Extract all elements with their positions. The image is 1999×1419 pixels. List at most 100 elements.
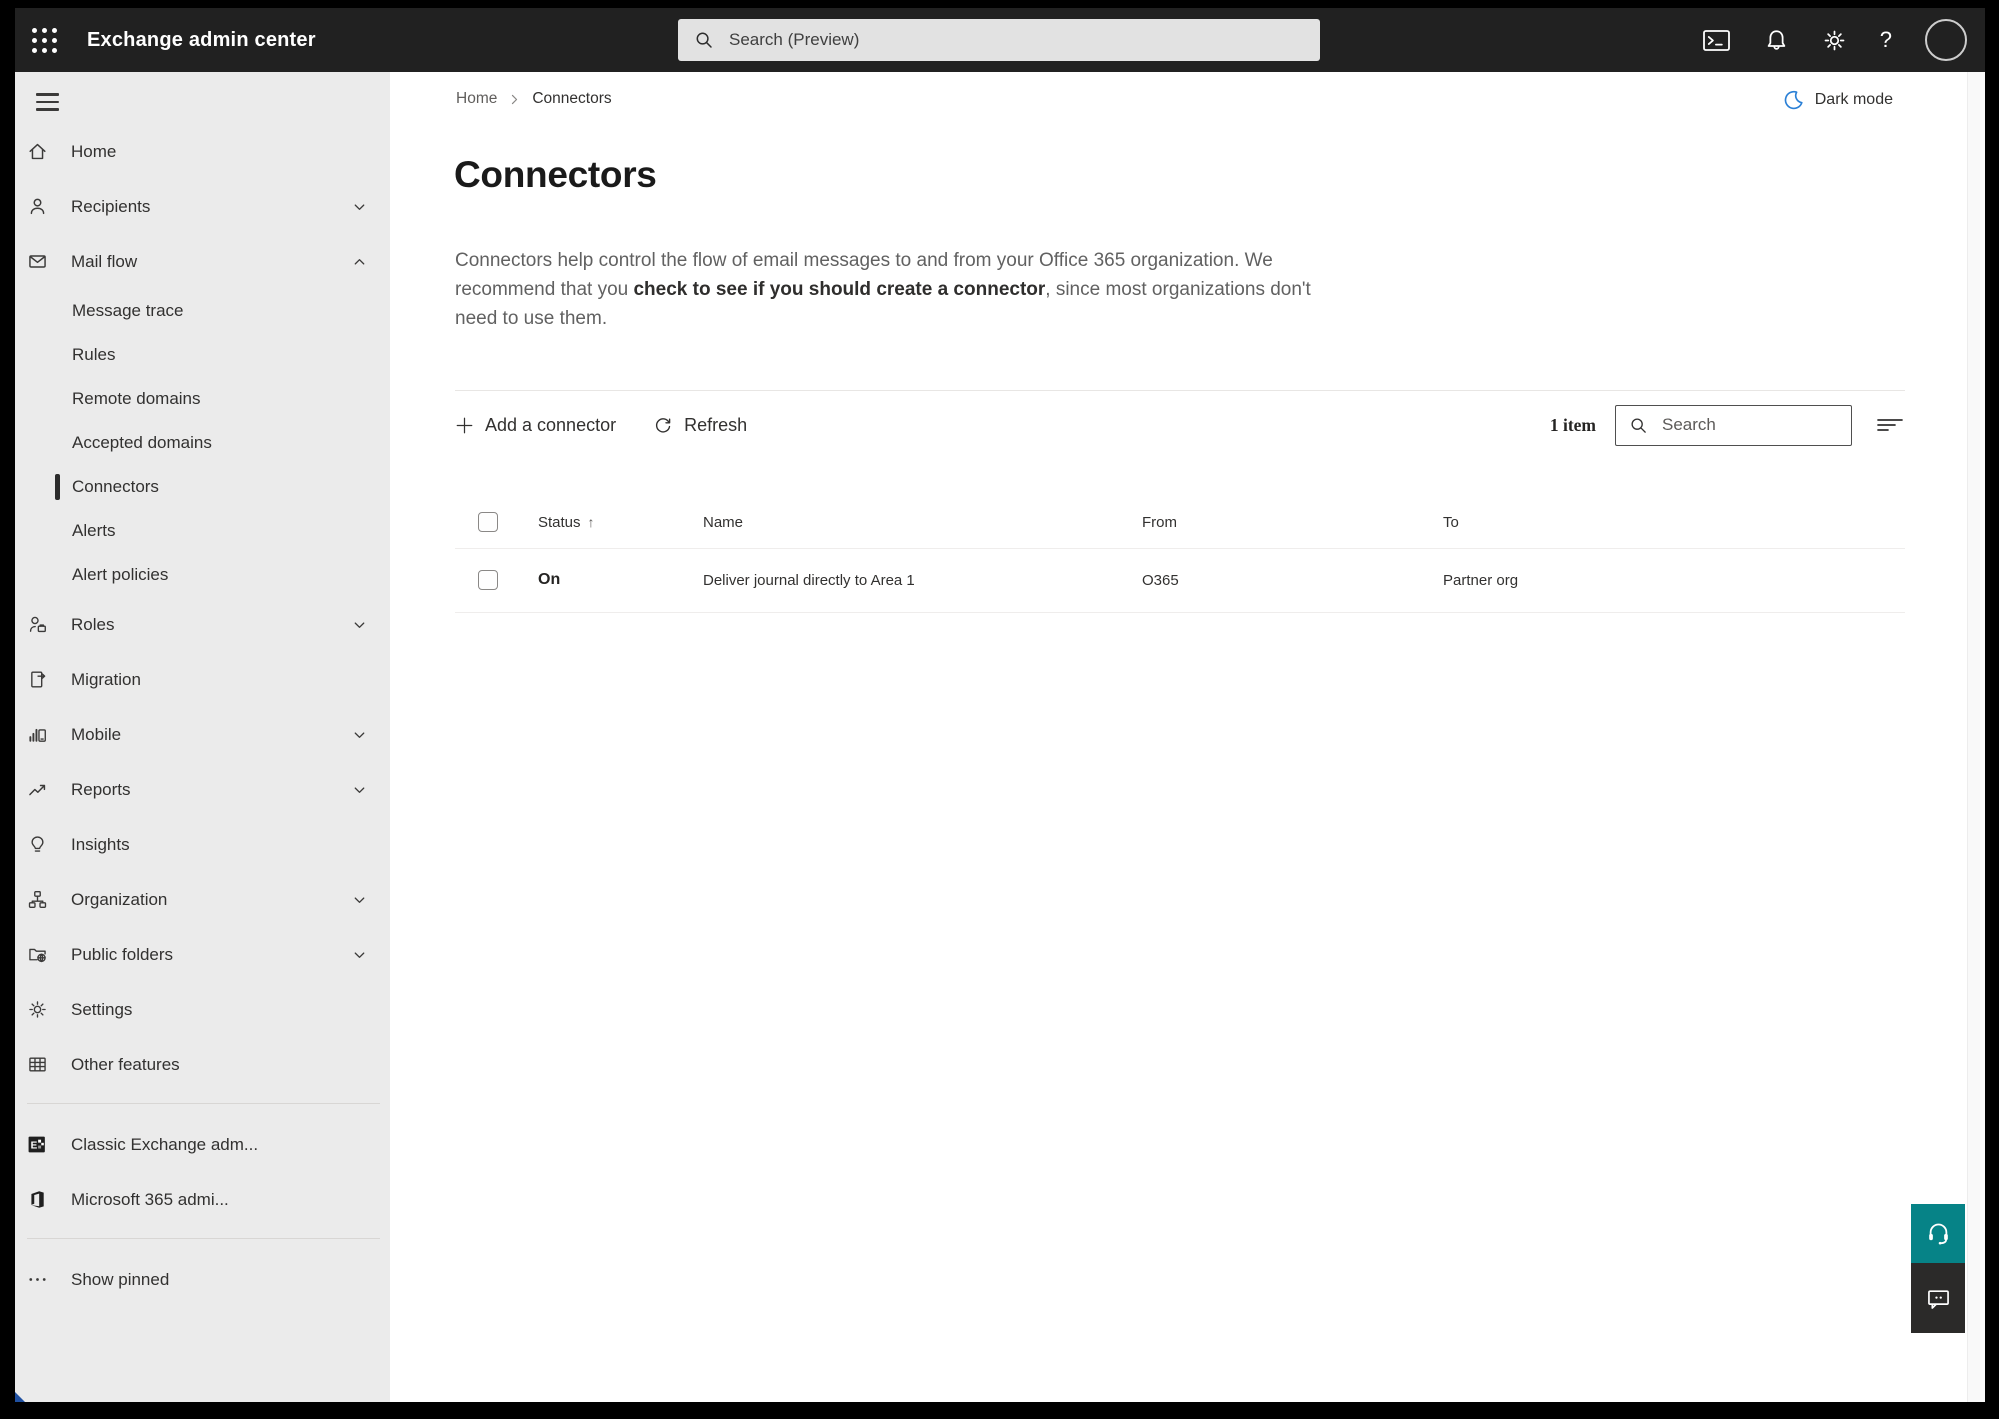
migration-icon xyxy=(27,669,48,690)
create-connector-check-link[interactable]: check to see if you should create a conn… xyxy=(633,279,1045,300)
sidebar-item-organization[interactable]: Organization xyxy=(15,872,390,927)
chevron-down-icon xyxy=(352,782,367,797)
sidebar-item-reports[interactable]: Reports xyxy=(15,762,390,817)
sidebar: Home Recipients Mail flow Message trace … xyxy=(15,72,390,1402)
chevron-down-icon xyxy=(352,727,367,742)
support-button[interactable] xyxy=(1911,1204,1965,1263)
chevron-down-icon xyxy=(352,199,367,214)
sidebar-divider xyxy=(27,1103,380,1104)
waffle-icon xyxy=(31,27,57,53)
add-connector-button[interactable]: Add a connector xyxy=(455,415,616,436)
mobile-icon xyxy=(27,724,48,745)
sidebar-item-label: Recipients xyxy=(71,196,151,216)
table-divider xyxy=(455,612,1905,613)
headset-icon xyxy=(1928,1223,1948,1245)
list-toolbar: Add a connector Refresh 1 item xyxy=(455,390,1905,460)
column-header-to[interactable]: To xyxy=(1443,514,1905,531)
chevron-down-icon xyxy=(352,617,367,632)
breadcrumb-current: Connectors xyxy=(532,90,612,107)
exchange-logo-icon: E xyxy=(27,1134,48,1155)
sidebar-divider xyxy=(27,1238,380,1239)
dark-mode-toggle[interactable]: Dark mode xyxy=(1783,89,1893,111)
list-search-box[interactable] xyxy=(1615,404,1852,446)
chat-bubble-icon xyxy=(1927,1289,1949,1309)
column-header-from[interactable]: From xyxy=(1142,514,1443,531)
column-header-name[interactable]: Name xyxy=(703,514,1142,531)
sidebar-item-microsoft-365-admin[interactable]: Microsoft 365 admi... xyxy=(15,1172,390,1227)
chevron-down-icon xyxy=(352,947,367,962)
table-grid-icon xyxy=(27,1054,48,1075)
sidebar-item-alerts[interactable]: Alerts xyxy=(15,509,390,553)
sidebar-item-mobile[interactable]: Mobile xyxy=(15,707,390,762)
settings-button[interactable] xyxy=(1822,28,1847,53)
connector-name[interactable]: Deliver journal directly to Area 1 xyxy=(703,572,1142,589)
breadcrumb-home-link[interactable]: Home xyxy=(456,90,497,108)
notifications-button[interactable] xyxy=(1764,28,1789,53)
sidebar-item-remote-domains[interactable]: Remote domains xyxy=(15,377,390,421)
sort-ascending-icon: ↑ xyxy=(587,514,595,530)
list-search-input[interactable] xyxy=(1660,414,1824,436)
page-description: Connectors help control the flow of emai… xyxy=(455,250,1311,329)
powershell-terminal-button[interactable] xyxy=(1702,28,1731,53)
plus-icon xyxy=(456,417,473,433)
connector-status: On xyxy=(538,571,561,588)
sidebar-item-insights[interactable]: Insights xyxy=(15,817,390,872)
bell-icon xyxy=(1767,29,1785,50)
breadcrumb-chevron-icon xyxy=(512,94,518,104)
sidebar-item-home[interactable]: Home xyxy=(15,124,390,179)
org-chart-icon xyxy=(27,889,48,910)
connector-from: O365 xyxy=(1142,571,1179,589)
refresh-button[interactable]: Refresh xyxy=(653,415,747,436)
roles-icon xyxy=(27,614,48,635)
sidebar-item-public-folders[interactable]: Public folders xyxy=(15,927,390,982)
gear-icon xyxy=(27,999,48,1020)
sidebar-item-classic-exchange[interactable]: E Classic Exchange adm... xyxy=(15,1117,390,1172)
sidebar-item-alert-policies[interactable]: Alert policies xyxy=(15,553,390,597)
sidebar-item-recipients[interactable]: Recipients xyxy=(15,179,390,234)
sidebar-nav: Home Recipients Mail flow Message trace … xyxy=(15,124,390,1307)
sidebar-item-message-trace[interactable]: Message trace xyxy=(15,289,390,333)
search-icon xyxy=(696,32,712,48)
terminal-icon xyxy=(1702,29,1730,51)
sidebar-item-accepted-domains[interactable]: Accepted domains xyxy=(15,421,390,465)
app-launcher-button[interactable] xyxy=(15,8,73,72)
item-count: 1 item xyxy=(1549,414,1596,435)
help-button[interactable]: ? xyxy=(1880,27,1892,53)
global-search-input[interactable] xyxy=(727,29,1231,51)
envelope-icon xyxy=(27,251,48,272)
office-logo-icon xyxy=(27,1189,48,1210)
moon-icon xyxy=(1784,90,1803,110)
person-icon xyxy=(27,196,48,217)
search-icon xyxy=(1631,417,1646,433)
chevron-up-icon xyxy=(352,254,367,269)
sidebar-item-show-pinned[interactable]: Show pinned xyxy=(15,1252,390,1307)
sidebar-item-connectors[interactable]: Connectors xyxy=(15,465,390,509)
top-bar: Exchange admin center ? xyxy=(15,8,1985,72)
sidebar-item-rules[interactable]: Rules xyxy=(15,333,390,377)
filter-sort-button[interactable] xyxy=(1875,414,1905,436)
row-checkbox[interactable] xyxy=(478,570,498,590)
sidebar-item-roles[interactable]: Roles xyxy=(15,597,390,652)
sidebar-item-label: Mail flow xyxy=(71,251,138,271)
sidebar-item-settings[interactable]: Settings xyxy=(15,982,390,1037)
account-avatar[interactable] xyxy=(1925,19,1967,61)
collapse-nav-button[interactable] xyxy=(27,84,69,120)
lightbulb-icon xyxy=(27,834,48,855)
sidebar-item-other-features[interactable]: Other features xyxy=(15,1037,390,1092)
svg-text:E: E xyxy=(31,1140,38,1151)
sidebar-item-label: Home xyxy=(71,141,117,161)
sidebar-item-migration[interactable]: Migration xyxy=(15,652,390,707)
sidebar-item-mail-flow[interactable]: Mail flow xyxy=(15,234,390,289)
column-header-status[interactable]: Status xyxy=(538,514,581,531)
feedback-button[interactable] xyxy=(1911,1263,1965,1333)
scrollbar-track[interactable] xyxy=(1967,72,1985,1402)
table-row[interactable]: On Deliver journal directly to Area 1 O3… xyxy=(455,549,1905,611)
breadcrumb: Home Connectors xyxy=(456,90,612,108)
folder-globe-icon xyxy=(27,944,48,965)
select-all-checkbox[interactable] xyxy=(478,512,498,532)
global-search-box[interactable] xyxy=(678,19,1320,61)
filter-lines-icon xyxy=(1877,419,1903,431)
page-title: Connectors xyxy=(454,154,657,195)
main-content: Home Connectors Dark mode Connectors Con… xyxy=(390,72,1967,1402)
home-icon xyxy=(27,141,48,162)
